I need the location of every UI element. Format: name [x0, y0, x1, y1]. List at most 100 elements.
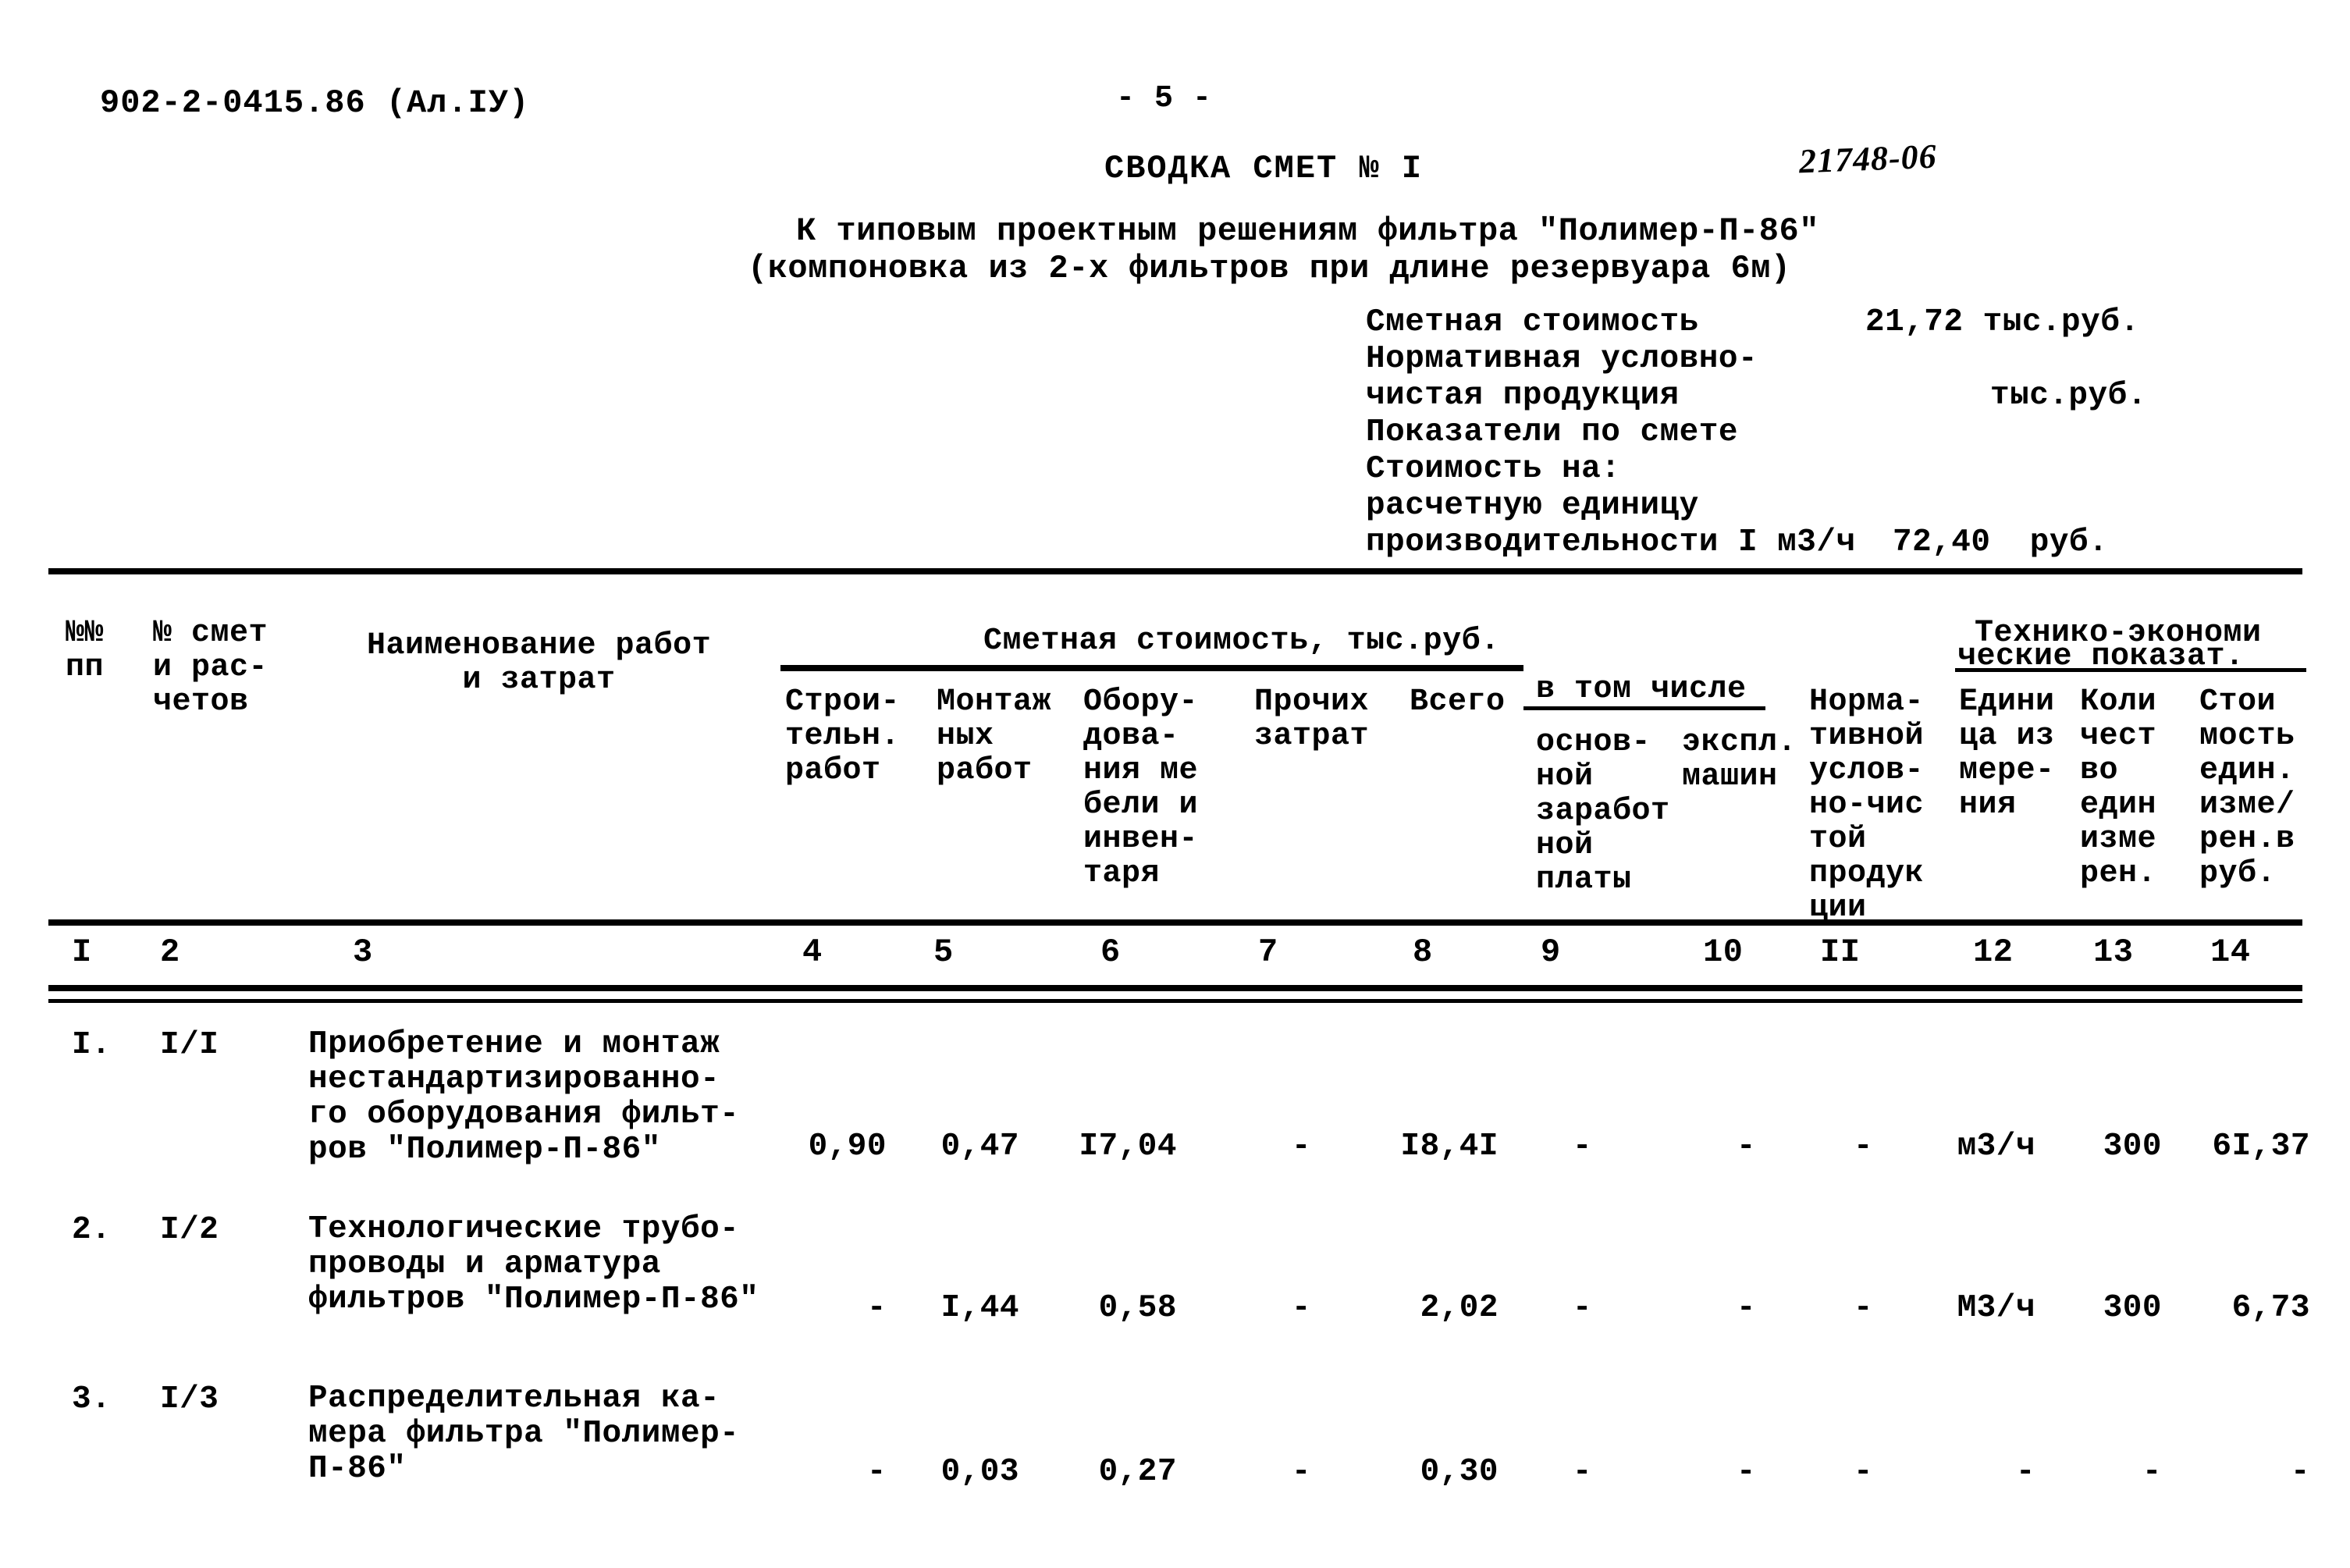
cell-unit-of-measure: м3/ч: [1957, 1129, 2035, 1164]
group-header-including: в том числе: [1536, 672, 1747, 707]
column-number: 9: [1541, 933, 1561, 971]
cell-cost-per-unit: 6I,37: [2212, 1129, 2310, 1164]
summary-row: Стоимость на:: [1366, 451, 2302, 488]
group-header-tech-econ-line2: ческие показат.: [1957, 639, 2245, 674]
row-description: Распределительная ка- мера фильтра "Поли…: [308, 1381, 740, 1487]
estimate-cost-group-rule: [780, 665, 1523, 671]
summary-row: расчетную единицу: [1366, 488, 2302, 524]
cell-equipment: 0,58: [1098, 1290, 1177, 1326]
column-header-basic-wages: основ- ной заработ ной платы: [1536, 725, 1670, 898]
summary-row: Нормативная условно-: [1366, 341, 2302, 378]
cell-installation-works: 0,03: [940, 1454, 1019, 1490]
cell-installation-works: I,44: [940, 1290, 1019, 1326]
cell-machine-operation: -: [1736, 1129, 1756, 1164]
column-number: 3: [353, 933, 373, 971]
summary-label: производительности I м3/ч: [1366, 524, 1856, 560]
cell-normative-net-output: -: [1853, 1129, 1873, 1164]
document-code: 902-2-0415.86 (Ал.IУ): [100, 84, 530, 122]
cell-quantity: 300: [2103, 1129, 2162, 1164]
cell-normative-net-output: -: [1853, 1454, 1873, 1490]
column-header-normative-net-output: Норма- тивной услов- но-чис той продук ц…: [1809, 684, 1925, 926]
column-number: 14: [2210, 933, 2251, 971]
summary-row: чистая продукция тыс.руб.: [1366, 378, 2302, 414]
summary-value: тыс.руб.: [1990, 378, 2147, 414]
column-header-pp: №№ пп: [66, 616, 105, 685]
summary-row: Сметная стоимость 21,72 тыс.руб.: [1366, 304, 2302, 341]
summary-label: Сметная стоимость: [1366, 304, 1699, 340]
cell-cost-per-unit: -: [2290, 1454, 2310, 1490]
row-pp: I.: [72, 1027, 112, 1063]
row-pp: 3.: [72, 1381, 112, 1417]
cell-machine-operation: -: [1736, 1454, 1756, 1490]
column-number: 12: [1973, 933, 2014, 971]
column-header-installation-works: Монтаж ных работ: [937, 684, 1052, 788]
cell-other-costs: -: [1291, 1454, 1311, 1490]
column-header-cost-per-unit: Стои мость един. изме/ рен.в руб.: [2199, 684, 2295, 891]
column-number: 4: [802, 933, 823, 971]
column-numbers-bottom-rule: [48, 985, 2302, 991]
column-number: II: [1820, 933, 1861, 971]
cell-construction-works: 0,90: [808, 1129, 887, 1164]
cell-unit-of-measure: М3/ч: [1957, 1290, 2035, 1326]
document-page: 902-2-0415.86 (Ал.IУ) - 5 - СВОДКА СМЕТ …: [0, 0, 2350, 1568]
summary-label: чистая продукция: [1366, 378, 1680, 414]
summary-row: производительности I м3/ч 72,40 руб.: [1366, 524, 2302, 561]
summary-value: 72,40 руб.: [1893, 524, 2109, 560]
cell-construction-works: -: [866, 1454, 887, 1490]
cell-unit-of-measure: -: [2015, 1454, 2035, 1490]
column-header-construction-works: Строи- тельн. работ: [785, 684, 901, 788]
group-header-estimate-cost: Сметная стоимость, тыс.руб.: [983, 624, 1500, 659]
subtitle-line-1: К типовым проектным решениям фильтра "По…: [796, 212, 1819, 250]
column-header-estimate-no: № смет и рас- четов: [153, 616, 268, 720]
cell-other-costs: -: [1291, 1129, 1311, 1164]
cell-other-costs: -: [1291, 1290, 1311, 1326]
cell-installation-works: 0,47: [940, 1129, 1019, 1164]
column-header-description: Наименование работ и затрат: [367, 628, 712, 698]
column-number: I: [72, 933, 92, 971]
column-header-unit-of-measure: Едини ца из мере- ния: [1959, 684, 2055, 823]
summary-label: Нормативная условно-: [1366, 341, 1758, 377]
cell-total: 0,30: [1420, 1454, 1499, 1490]
cell-cost-per-unit: 6,73: [2231, 1290, 2310, 1326]
summary-label: Стоимость на:: [1366, 451, 1621, 487]
cell-equipment: I7,04: [1079, 1129, 1177, 1164]
column-header-machine-operation: экспл. машин: [1682, 725, 1797, 795]
cell-basic-wages: -: [1572, 1290, 1592, 1326]
row-estimate-no: I/2: [160, 1212, 219, 1248]
column-number: 6: [1100, 933, 1121, 971]
column-number: 5: [933, 933, 954, 971]
summary-block: Сметная стоимость 21,72 тыс.руб. Нормати…: [1366, 304, 2302, 561]
column-number: 7: [1258, 933, 1278, 971]
row-estimate-no: I/3: [160, 1381, 219, 1417]
table-top-rule: [48, 568, 2302, 574]
cell-quantity: 300: [2103, 1290, 2162, 1326]
cell-basic-wages: -: [1572, 1129, 1592, 1164]
handwritten-stamp-number: 21748-06: [1798, 137, 1938, 181]
cell-total: I8,4I: [1400, 1129, 1499, 1164]
summary-value: 21,72 тыс.руб.: [1865, 304, 2140, 340]
row-description: Технологические трубо- проводы и арматур…: [308, 1211, 759, 1317]
column-number: 8: [1413, 933, 1433, 971]
cell-quantity: -: [2142, 1454, 2162, 1490]
cell-construction-works: -: [866, 1290, 887, 1326]
summary-label: Показатели по смете: [1366, 414, 1738, 450]
summary-label: расчетную единицу: [1366, 488, 1699, 524]
row-estimate-no: I/I: [160, 1027, 219, 1063]
row-pp: 2.: [72, 1212, 112, 1248]
page-title: СВОДКА СМЕТ № I: [1104, 150, 1424, 187]
column-header-other-costs: Прочих затрат: [1254, 684, 1370, 754]
cell-basic-wages: -: [1572, 1454, 1592, 1490]
column-numbers-top-rule: [48, 919, 2302, 926]
table-body-top-rule: [48, 999, 2302, 1003]
column-number: 13: [2093, 933, 2134, 971]
cell-equipment: 0,27: [1098, 1454, 1177, 1490]
page-number: - 5 -: [1116, 81, 1212, 116]
column-number: 2: [160, 933, 180, 971]
cell-machine-operation: -: [1736, 1290, 1756, 1326]
subtitle-line-2: (компоновка из 2-х фильтров при длине ре…: [748, 250, 1791, 287]
cell-total: 2,02: [1420, 1290, 1499, 1326]
column-header-equipment: Обору- дова- ния ме бели и инвен- таря: [1083, 684, 1199, 891]
summary-row: Показатели по смете: [1366, 414, 2302, 451]
column-number: 10: [1703, 933, 1744, 971]
column-header-quantity: Коли чест во един изме рен.: [2080, 684, 2157, 891]
